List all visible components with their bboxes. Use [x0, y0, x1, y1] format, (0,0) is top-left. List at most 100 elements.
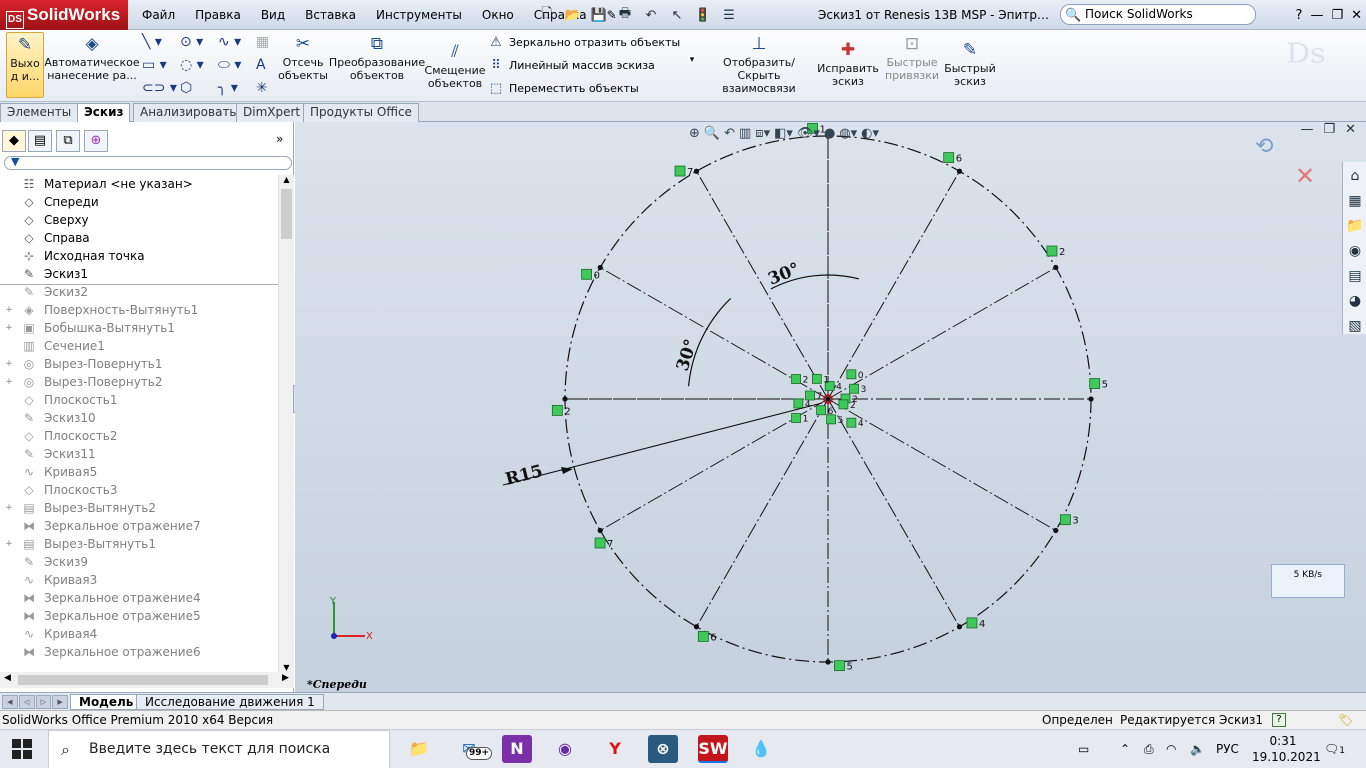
first-tab-icon[interactable]: ◀: [2, 695, 18, 709]
doc-minimize-button[interactable]: —: [1300, 122, 1313, 137]
tree-item[interactable]: ◇ Плоскость3: [0, 481, 117, 499]
sketch-point[interactable]: [1088, 396, 1094, 402]
display-relations-button[interactable]: ⊥ Отобразить/Скрыть взаимосвязи: [704, 32, 814, 98]
relation-marker[interactable]: [849, 383, 859, 394]
relation-marker[interactable]: [581, 268, 593, 280]
menu-insert[interactable]: Вставка: [295, 8, 366, 22]
file-explorer-app-icon[interactable]: 📁: [404, 735, 434, 763]
tag-icon[interactable]: 🏷: [1338, 711, 1353, 729]
mail-app-icon[interactable]: ✉99+: [454, 735, 493, 763]
network-tray-icon[interactable]: ⎙: [1144, 730, 1154, 768]
relation-marker[interactable]: [811, 373, 822, 384]
menu-view[interactable]: Вид: [251, 8, 295, 22]
tree-item[interactable]: + ◈ Поверхность-Вытянуть1: [0, 301, 198, 319]
sketch-canvas[interactable]: 52617027654323041274165 4230°30°R15YX: [295, 122, 1366, 692]
expand-panel-icon[interactable]: »: [276, 132, 283, 146]
slot-tool-icon[interactable]: ⊂⊃ ▾: [142, 78, 180, 98]
spline-tool-icon[interactable]: ∿ ▾: [218, 32, 256, 52]
linear-pattern-button[interactable]: ⠿ Линейный массив эскиза: [488, 58, 655, 73]
radial-construction-line[interactable]: [827, 398, 960, 628]
sketch-point[interactable]: [825, 659, 831, 665]
solidworks-resources-icon[interactable]: ⌂: [1344, 165, 1366, 187]
tree-item[interactable]: ⊹ Исходная точка: [0, 247, 145, 265]
pattern-dropdown-icon[interactable]: ▾: [686, 54, 698, 70]
tree-item[interactable]: ◇ Плоскость1: [0, 391, 117, 409]
repair-sketch-button[interactable]: ✚ Исправить эскиз: [817, 38, 879, 98]
dimxpert-manager-tab-icon[interactable]: ⊕: [84, 130, 108, 152]
relation-marker[interactable]: [834, 660, 845, 672]
restore-button[interactable]: ❐: [1331, 8, 1343, 23]
confirmation-corner-cancel-icon[interactable]: ✕: [1295, 162, 1315, 190]
view-palette-icon[interactable]: ▤: [1344, 265, 1366, 287]
feature-manager-tab-icon[interactable]: ◆: [2, 130, 26, 152]
sketch-point[interactable]: [1053, 264, 1059, 271]
help-button[interactable]: ?: [1296, 8, 1303, 23]
tree-item[interactable]: ✎ Эскиз2: [0, 283, 88, 301]
print-icon[interactable]: 🖶: [614, 5, 636, 25]
tree-item[interactable]: ⧓ Зеркальное отражение7: [0, 517, 201, 535]
search-results-icon[interactable]: ◉: [1344, 240, 1366, 262]
quick-snaps-button[interactable]: ⊡ Быстрые привязки: [884, 32, 940, 98]
tree-item[interactable]: ◇ Плоскость2: [0, 427, 117, 445]
tab-dimxpert[interactable]: DimXpert: [236, 103, 308, 122]
file-explorer-icon[interactable]: 📁: [1344, 215, 1366, 237]
wifi-tray-icon[interactable]: ◠: [1166, 730, 1176, 768]
tree-item[interactable]: ✎ Эскиз9: [0, 553, 88, 571]
expand-toggle-icon[interactable]: +: [4, 305, 14, 315]
tree-item[interactable]: + ◎ Вырез-Повернуть2: [0, 373, 162, 391]
tree-item[interactable]: ✎ Эскиз1: [0, 265, 88, 283]
relation-marker[interactable]: [697, 630, 709, 642]
arc-tool-icon[interactable]: ◌ ▾: [180, 55, 218, 75]
sketch-point[interactable]: [956, 168, 963, 174]
confirmation-corner-exit-icon[interactable]: ⟲: [1255, 134, 1273, 159]
tree-item[interactable]: ∿ Кривая5: [0, 463, 97, 481]
rectangle-tool-icon[interactable]: ▭ ▾: [142, 55, 180, 75]
relation-marker[interactable]: [793, 398, 804, 409]
tree-item[interactable]: ∿ Кривая4: [0, 625, 97, 643]
menu-tools[interactable]: Инструменты: [366, 8, 472, 22]
yandex-browser-icon[interactable]: Y: [600, 735, 630, 763]
section-view-icon[interactable]: ▥: [739, 126, 751, 141]
tree-item[interactable]: ◇ Сверху: [0, 211, 88, 229]
scroll-down-icon[interactable]: ▼: [279, 663, 294, 672]
expand-toggle-icon[interactable]: +: [4, 323, 14, 333]
taskbar-clock[interactable]: 0:31 19.10.2021: [1252, 733, 1321, 765]
tray-chevron-icon[interactable]: ⌃: [1120, 730, 1130, 768]
appearances-icon[interactable]: ◕: [1344, 290, 1366, 312]
prev-tab-icon[interactable]: ◁: [18, 695, 35, 709]
tree-item[interactable]: ▥ Сечение1: [0, 337, 105, 355]
tab-motion-study[interactable]: Исследование движения 1: [136, 694, 324, 710]
tree-horizontal-scrollbar[interactable]: ◀ ▶: [0, 672, 294, 688]
radial-construction-line[interactable]: [696, 398, 829, 628]
tree-filter-input[interactable]: ▼: [4, 155, 292, 170]
options-icon[interactable]: ☰: [718, 5, 740, 25]
select-arrow-icon[interactable]: ↖: [666, 5, 688, 25]
design-library-icon[interactable]: ▦: [1344, 190, 1366, 212]
solidworks-taskbar-icon[interactable]: SW: [698, 735, 728, 763]
hide-show-icon[interactable]: 👁▾: [797, 126, 820, 141]
menu-window[interactable]: Окно: [472, 8, 524, 22]
rapid-sketch-button[interactable]: ✎ Быстрый эскиз: [944, 38, 996, 98]
task-view-icon[interactable]: ▭: [1078, 730, 1089, 768]
relation-marker[interactable]: [551, 405, 563, 416]
relation-marker[interactable]: [1059, 514, 1071, 526]
relation-marker[interactable]: [816, 405, 827, 416]
hscroll-thumb[interactable]: [18, 675, 268, 685]
search-input[interactable]: 🔍 Поиск SolidWorks: [1060, 4, 1256, 25]
ellipse-tool-icon[interactable]: ⬭ ▾: [218, 55, 256, 75]
radial-construction-line[interactable]: [696, 170, 829, 400]
relation-marker[interactable]: [674, 165, 686, 177]
custom-properties-icon[interactable]: ▧: [1344, 315, 1366, 337]
tree-item[interactable]: ◇ Спереди: [0, 193, 98, 211]
tree-vertical-scrollbar[interactable]: ▲ ▼: [278, 175, 294, 672]
onenote-app-icon[interactable]: N: [502, 735, 532, 763]
relation-marker[interactable]: [943, 152, 955, 164]
view-orientation-icon[interactable]: ⧈▾: [755, 126, 770, 141]
angle-dimension-left[interactable]: 30°: [673, 337, 702, 374]
paint-app-icon[interactable]: 💧: [746, 735, 776, 763]
solidworks-logo[interactable]: DS SolidWorks: [0, 0, 128, 30]
tab-model[interactable]: Модель: [70, 694, 143, 710]
doc-close-button[interactable]: ✕: [1345, 122, 1356, 137]
taskbar-search-input[interactable]: ⌕ Введите здесь текст для поиска: [48, 730, 390, 768]
rebuild-traffic-light-icon[interactable]: 🚦: [692, 5, 714, 25]
